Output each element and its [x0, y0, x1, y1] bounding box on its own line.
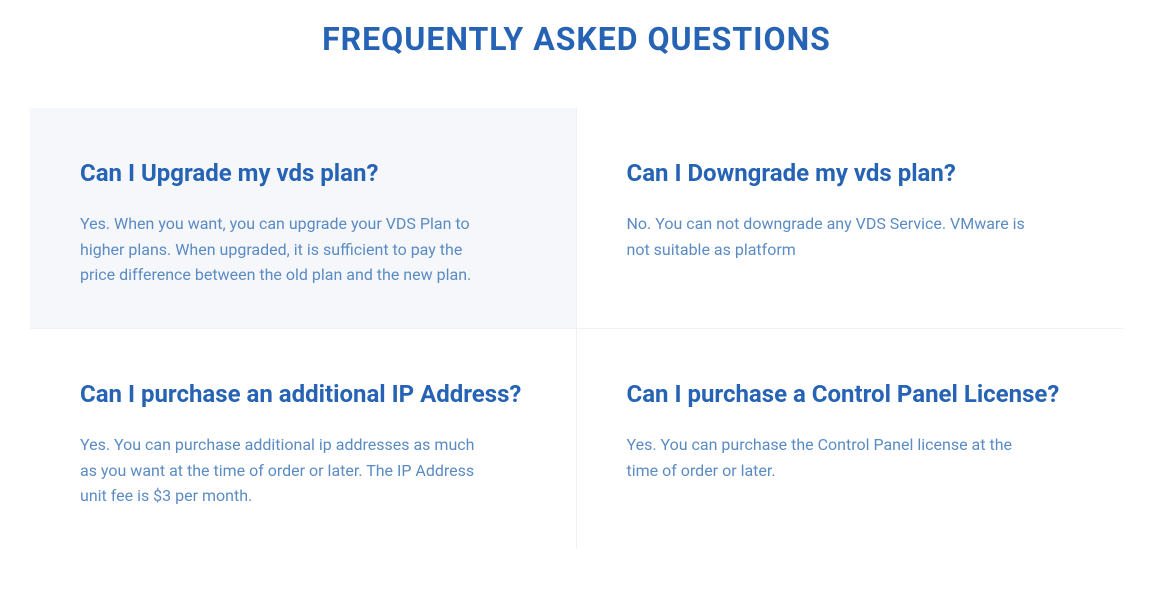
faq-grid: Can I Upgrade my vds plan? Yes. When you…	[30, 108, 1123, 549]
faq-card-upgrade: Can I Upgrade my vds plan? Yes. When you…	[30, 108, 577, 329]
faq-answer: Yes. When you want, you can upgrade your…	[80, 211, 480, 288]
faq-answer: Yes. You can purchase additional ip addr…	[80, 432, 480, 509]
faq-card-downgrade: Can I Downgrade my vds plan? No. You can…	[577, 108, 1124, 329]
page-title: FREQUENTLY ASKED QUESTIONS	[0, 0, 1153, 108]
faq-card-ip-address: Can I purchase an additional IP Address?…	[30, 329, 577, 549]
faq-question: Can I Downgrade my vds plan?	[627, 158, 1074, 189]
faq-question: Can I purchase a Control Panel License?	[627, 379, 1074, 410]
faq-answer: Yes. You can purchase the Control Panel …	[627, 432, 1027, 483]
faq-card-control-panel: Can I purchase a Control Panel License? …	[577, 329, 1124, 549]
faq-question: Can I Upgrade my vds plan?	[80, 158, 526, 189]
faq-answer: No. You can not downgrade any VDS Servic…	[627, 211, 1027, 262]
faq-question: Can I purchase an additional IP Address?	[80, 379, 526, 410]
